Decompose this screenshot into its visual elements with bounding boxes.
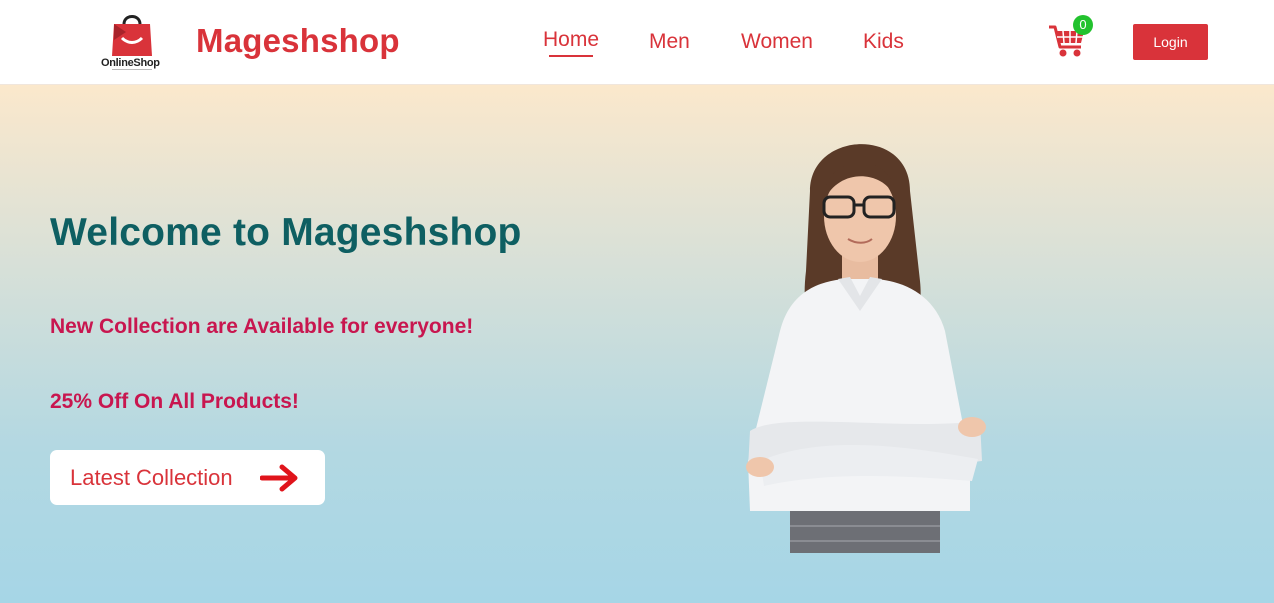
site-header: OnlineShop Mageshshop Home Men Women Kid… — [0, 0, 1274, 85]
logo-tagline-line — [112, 69, 152, 70]
login-button[interactable]: Login — [1133, 24, 1208, 60]
hero-subtitle-collection: New Collection are Available for everyon… — [50, 315, 474, 338]
nav-home-link[interactable]: Home — [543, 28, 599, 52]
hero-title: Welcome to Mageshshop — [50, 211, 522, 254]
latest-collection-button[interactable]: Latest Collection — [50, 450, 325, 505]
hero-banner: Welcome to Mageshshop New Collection are… — [0, 85, 1274, 603]
latest-collection-label: Latest Collection — [70, 465, 233, 490]
cart-count-badge: 0 — [1073, 15, 1093, 35]
hero-model-image — [746, 144, 986, 553]
nav-men-link[interactable]: Men — [649, 30, 690, 54]
brand-name[interactable]: Mageshshop — [196, 22, 400, 60]
nav-women-link[interactable]: Women — [741, 30, 813, 54]
hero-subtitle-discount: 25% Off On All Products! — [50, 390, 299, 413]
arrow-right-icon — [260, 464, 298, 492]
logo-caption: OnlineShop — [101, 57, 160, 69]
active-nav-underline — [549, 55, 593, 57]
nav-kids-link[interactable]: Kids — [863, 30, 904, 54]
